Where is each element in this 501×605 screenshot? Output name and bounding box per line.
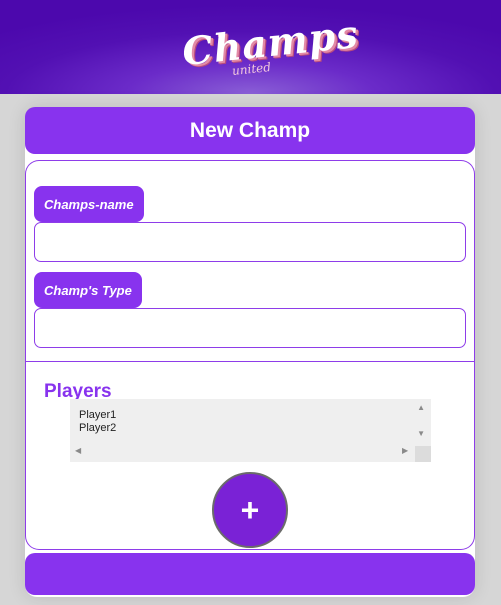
panel-title: New Champ [25, 107, 475, 154]
champs-type-label: Champ's Type [34, 272, 142, 308]
champs-name-input[interactable] [34, 222, 466, 262]
player-item[interactable]: Player1 [79, 409, 116, 422]
champs-name-label: Champs-name [34, 186, 144, 222]
champs-type-input[interactable] [34, 308, 466, 348]
scroll-down-icon[interactable]: ▼ [417, 429, 425, 438]
players-list: Player1 Player2 [79, 409, 116, 435]
logo-subtext: united [231, 60, 272, 78]
app-header: Champs united [0, 0, 501, 94]
scroll-left-icon[interactable]: ◀ [75, 446, 81, 455]
scrollbar-corner [415, 446, 431, 462]
champs-united-logo: Champs united [170, 11, 360, 82]
scroll-up-icon[interactable]: ▲ [417, 403, 425, 412]
players-listbox[interactable]: Player1 Player2 ▲ ▼ ◀ ▶ [70, 399, 431, 462]
scroll-right-icon[interactable]: ▶ [402, 446, 408, 455]
player-item[interactable]: Player2 [79, 422, 116, 435]
footer-bar[interactable] [25, 553, 475, 595]
add-player-button[interactable]: + [212, 472, 288, 548]
